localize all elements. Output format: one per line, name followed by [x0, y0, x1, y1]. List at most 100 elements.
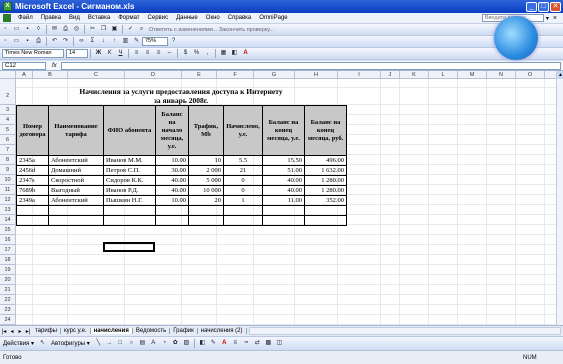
sort-asc-icon[interactable]: ↓ — [99, 37, 108, 46]
column-header[interactable]: E — [182, 71, 217, 79]
vertical-scrollbar[interactable]: ▲ — [556, 71, 563, 325]
row-header[interactable]: 11 — [0, 185, 16, 195]
chart-wizard-icon[interactable]: ▥ — [121, 37, 130, 46]
row-header[interactable]: 20 — [0, 275, 16, 285]
print-icon[interactable]: ⎙ — [34, 37, 43, 46]
formula-input[interactable] — [60, 61, 561, 70]
close-workbook-icon[interactable]: × — [553, 15, 557, 22]
menu-omnipage[interactable]: OmniPage — [255, 15, 291, 21]
column-header[interactable]: I — [338, 71, 381, 79]
tab-rate[interactable]: курс у.е. — [61, 328, 91, 334]
table-cell[interactable]: 40.00 — [155, 185, 189, 196]
table-cell[interactable]: 5 000 — [188, 175, 224, 186]
drawing-icon[interactable]: ✎ — [132, 37, 141, 46]
sort-desc-icon[interactable]: ↑ — [110, 37, 119, 46]
column-header[interactable]: B — [33, 71, 68, 79]
table-cell[interactable]: 40.00 — [262, 175, 305, 186]
row-header[interactable]: 12 — [0, 195, 16, 205]
thousands-icon[interactable]: , — [203, 49, 212, 58]
bold-icon[interactable]: Ж — [94, 49, 103, 58]
menu-file[interactable]: Файл — [14, 15, 37, 21]
spelling-icon[interactable]: ✓ — [126, 25, 135, 34]
email-icon[interactable]: ✉ — [50, 25, 59, 34]
menu-view[interactable]: Вид — [65, 15, 84, 21]
line-color-icon[interactable]: ✎ — [209, 339, 218, 348]
save-icon[interactable]: ▪ — [23, 25, 32, 34]
table-cell[interactable]: 2345а — [16, 155, 49, 166]
row-header[interactable]: 15 — [0, 225, 16, 235]
table-cell[interactable]: 1 — [223, 195, 263, 206]
table-cell[interactable]: 10 000 — [188, 185, 224, 196]
column-header[interactable]: K — [400, 71, 429, 79]
header-balance-start[interactable]: Баланс на начало месяца, у.е. — [155, 105, 189, 156]
row-header[interactable]: 21 — [0, 285, 16, 295]
tab-tariffs[interactable]: тарифы — [32, 328, 61, 334]
next-sheet-icon[interactable]: ▸ — [16, 328, 24, 335]
table-cell[interactable] — [223, 205, 263, 216]
draw-actions-menu[interactable]: Действия ▾ — [0, 340, 37, 347]
table-cell[interactable]: Петров С.П. — [103, 165, 156, 176]
dash-style-icon[interactable]: ┅ — [242, 339, 251, 348]
header-contract[interactable]: Номер договора — [16, 105, 49, 156]
prev-sheet-icon[interactable]: ◂ — [8, 328, 16, 335]
table-cell[interactable]: Абонентский — [48, 195, 104, 206]
row-header[interactable]: 7 — [0, 145, 16, 155]
table-cell[interactable]: Сидоров К.К. — [103, 175, 156, 186]
row-header[interactable]: 16 — [0, 235, 16, 245]
header-name[interactable]: ФИО абонента — [103, 105, 156, 156]
row-header[interactable]: 13 — [0, 205, 16, 215]
table-cell[interactable]: 1 632.00 — [304, 165, 347, 176]
table-cell[interactable] — [262, 205, 305, 216]
table-cell[interactable] — [48, 215, 104, 226]
table-cell[interactable] — [103, 215, 156, 226]
table-cell[interactable]: 2456d — [16, 165, 49, 176]
tab-charges-2[interactable]: начисления (2) — [198, 328, 247, 334]
oval-icon[interactable]: ○ — [127, 339, 136, 348]
hyperlink-icon[interactable]: ∞ — [77, 37, 86, 46]
paste-icon[interactable]: ▣ — [110, 25, 119, 34]
table-cell[interactable] — [262, 215, 305, 226]
new-icon[interactable]: ▫ — [1, 37, 10, 46]
new-icon[interactable]: ▫ — [1, 25, 10, 34]
table-cell[interactable]: 15.50 — [262, 155, 305, 166]
table-cell[interactable]: 7689b — [16, 185, 49, 196]
fill-color-icon[interactable]: ◧ — [198, 339, 207, 348]
align-left-icon[interactable]: ≡ — [132, 49, 141, 58]
shadow-icon[interactable]: ▩ — [264, 339, 273, 348]
table-cell[interactable] — [188, 205, 224, 216]
help-icon[interactable]: ? — [169, 37, 178, 46]
column-header[interactable]: J — [381, 71, 400, 79]
tab-statement[interactable]: Ведомость — [133, 328, 171, 334]
row-header[interactable]: 17 — [0, 245, 16, 255]
table-cell[interactable]: 11.00 — [262, 195, 305, 206]
arrow-icon[interactable]: → — [105, 339, 114, 348]
column-header[interactable]: G — [254, 71, 295, 79]
header-tariff[interactable]: Наименование тарифа — [48, 105, 104, 156]
active-cell[interactable] — [103, 242, 155, 252]
table-cell[interactable]: 1 280.00 — [304, 185, 347, 196]
last-sheet-icon[interactable]: ▸| — [24, 328, 32, 335]
table-cell[interactable]: 30.00 — [155, 165, 189, 176]
fill-color-icon[interactable]: ◧ — [230, 49, 239, 58]
workbook-icon[interactable] — [3, 14, 11, 22]
fx-icon[interactable]: fx — [52, 63, 57, 69]
row-header[interactable]: 3 — [0, 105, 16, 115]
table-cell[interactable]: Иванов М.М. — [103, 155, 156, 166]
align-right-icon[interactable]: ≡ — [154, 49, 163, 58]
table-cell[interactable]: Иванов Р.Д. — [103, 185, 156, 196]
undo-icon[interactable]: ↶ — [50, 37, 59, 46]
arrow-style-icon[interactable]: ⇄ — [253, 339, 262, 348]
preview-icon[interactable]: ◎ — [72, 25, 81, 34]
header-balance-rub[interactable]: Баланс на конец месяца, руб. — [304, 105, 347, 156]
3d-icon[interactable]: ◫ — [275, 339, 284, 348]
table-cell[interactable]: 10.00 — [155, 195, 189, 206]
table-cell[interactable]: 352.00 — [304, 195, 347, 206]
header-charged[interactable]: Начислено, у.е. — [223, 105, 263, 156]
row-header[interactable]: 8 — [0, 155, 16, 165]
column-header[interactable]: C — [68, 71, 125, 79]
column-header[interactable]: L — [429, 71, 458, 79]
table-cell[interactable]: 5.5 — [223, 155, 263, 166]
permission-icon[interactable]: ◊ — [34, 25, 43, 34]
table-cell[interactable]: 10 — [188, 155, 224, 166]
menu-format[interactable]: Формат — [114, 15, 143, 21]
